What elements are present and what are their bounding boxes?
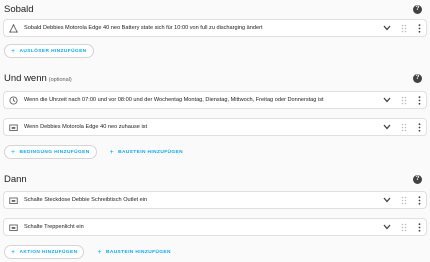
condition-row-time[interactable]: Wenn die Uhrzeit nach 07:00 und vor 08:0…: [3, 91, 427, 109]
clock-icon: [8, 95, 18, 105]
drag-handle-icon[interactable]: [400, 122, 408, 132]
chevron-down-icon[interactable]: [381, 122, 392, 132]
condition-row-text: Wenn Debbies Motorola Edge 40 neo zuhaus…: [24, 124, 148, 130]
optional-label: (optional): [48, 76, 72, 83]
device-icon: [8, 222, 18, 232]
add-condition-label: BEDINGUNG HINZUFÜGEN: [19, 149, 90, 155]
action-row-text: Schalte Treppenlicht ein: [24, 224, 84, 230]
drag-handle-icon[interactable]: [400, 23, 408, 33]
condition-section-title: Und wenn (optional): [4, 73, 72, 84]
action-section-header: Dann: [4, 172, 422, 186]
more-vert-icon[interactable]: [416, 122, 422, 132]
chevron-down-icon[interactable]: [381, 23, 392, 33]
chevron-down-icon[interactable]: [381, 195, 392, 205]
plus-icon: +: [11, 248, 16, 256]
trigger-section-title: Sobald: [4, 3, 34, 15]
plus-icon: +: [109, 148, 115, 156]
more-vert-icon[interactable]: [416, 23, 422, 33]
more-vert-icon[interactable]: [416, 195, 422, 205]
more-vert-icon[interactable]: [416, 95, 422, 105]
action-buttons: + AKTION HINZUFÜGEN + BAUSTEIN HINZUFÜGE…: [4, 245, 178, 259]
plus-icon: +: [11, 47, 16, 55]
chevron-down-icon[interactable]: [381, 95, 392, 105]
add-trigger-label: AUSLÖSER HINZUFÜGEN: [19, 48, 87, 54]
plus-icon: +: [97, 248, 102, 256]
add-building-block-button[interactable]: + BAUSTEIN HINZUFÜGEN: [90, 245, 177, 259]
add-building-block-label: BAUSTEIN HINZUFÜGEN: [118, 149, 183, 155]
chevron-down-icon[interactable]: [381, 222, 392, 232]
device-icon: [8, 122, 18, 132]
help-icon[interactable]: [413, 174, 422, 184]
action-row-outlet[interactable]: Schalte Steckdose Debbie Schreibtisch Ou…: [3, 191, 427, 209]
condition-section-header: Und wenn (optional): [4, 71, 422, 85]
plus-icon: +: [11, 148, 16, 156]
drag-handle-icon[interactable]: [400, 222, 408, 232]
more-vert-icon[interactable]: [416, 222, 422, 232]
condition-row-device[interactable]: Wenn Debbies Motorola Edge 40 neo zuhaus…: [3, 118, 427, 136]
add-building-block-button[interactable]: + BAUSTEIN HINZUFÜGEN: [103, 145, 190, 159]
trigger-row[interactable]: Sobald Debbies Motorola Edge 40 neo Batt…: [3, 19, 427, 37]
condition-buttons: + BEDINGUNG HINZUFÜGEN + BAUSTEIN HINZUF…: [4, 145, 190, 159]
add-building-block-label: BAUSTEIN HINZUFÜGEN: [105, 249, 171, 255]
action-section-title: Dann: [4, 173, 27, 185]
add-condition-button[interactable]: + BEDINGUNG HINZUFÜGEN: [4, 145, 97, 159]
help-icon[interactable]: [413, 73, 422, 83]
trigger-buttons: + AUSLÖSER HINZUFÜGEN: [4, 44, 94, 58]
drag-handle-icon[interactable]: [400, 95, 408, 105]
add-action-button[interactable]: + AKTION HINZUFÜGEN: [4, 245, 85, 259]
trigger-row-text: Sobald Debbies Motorola Edge 40 neo Batt…: [24, 25, 263, 31]
add-action-label: AKTION HINZUFÜGEN: [19, 249, 78, 255]
trigger-icon: [8, 23, 18, 33]
help-icon[interactable]: [413, 4, 422, 14]
action-row-stairlight[interactable]: Schalte Treppenlicht ein: [3, 218, 427, 236]
condition-title-text: Und wenn: [4, 72, 47, 84]
add-trigger-button[interactable]: + AUSLÖSER HINZUFÜGEN: [4, 44, 94, 58]
device-icon: [8, 195, 18, 205]
trigger-section-header: Sobald: [4, 2, 422, 16]
condition-row-text: Wenn die Uhrzeit nach 07:00 und vor 08:0…: [24, 97, 324, 103]
action-row-text: Schalte Steckdose Debbie Schreibtisch Ou…: [24, 197, 148, 203]
drag-handle-icon[interactable]: [400, 195, 408, 205]
